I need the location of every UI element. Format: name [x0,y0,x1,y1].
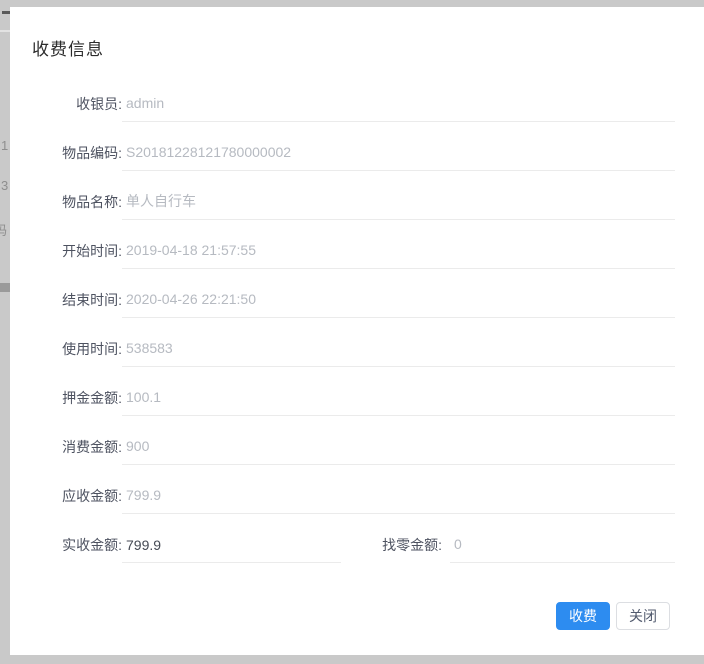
field-label: 物品名称: [30,184,122,220]
field-label: 押金金额: [30,380,122,416]
page-backdrop: 1 3 码 [0,0,10,664]
form-row: 物品编码: S20181228121780000002 [30,135,675,184]
paid-amount-input[interactable] [122,527,341,563]
field-value: 538583 [122,331,675,367]
field-label: 实收金额: [30,527,122,563]
field-label: 结束时间: [30,282,122,318]
charge-info-dialog: 收费信息 收银员: admin 物品编码: S20181228121780000… [10,7,704,655]
form-rows: 收银员: admin 物品编码: S20181228121780000002 物… [30,86,675,527]
field-value: admin [122,86,675,122]
form-row: 开始时间: 2019-04-18 21:57:55 [30,233,675,282]
field-value: 2020-04-26 22:21:50 [122,282,675,318]
field-label: 应收金额: [30,478,122,514]
field-value: 900 [122,429,675,465]
form-row: 收银员: admin [30,86,675,135]
charge-button[interactable]: 收费 [556,602,610,630]
backdrop-fragment [2,11,10,14]
dialog-title: 收费信息 [32,35,104,60]
backdrop-fragment: 码 [0,220,7,239]
change-amount-value: 0 [450,527,675,563]
form-row: 结束时间: 2020-04-26 22:21:50 [30,282,675,331]
field-label: 物品编码: [30,135,122,171]
form-row: 实收金额: 找零金额: 0 [30,527,675,576]
field-label: 开始时间: [30,233,122,269]
field-value: S20181228121780000002 [122,135,675,171]
field-value: 100.1 [122,380,675,416]
field-label: 收银员: [30,86,122,122]
field-label: 消费金额: [30,429,122,465]
backdrop-fragment [0,283,10,292]
form-row: 应收金额: 799.9 [30,478,675,527]
form-row: 消费金额: 900 [30,429,675,478]
form-row: 使用时间: 538583 [30,331,675,380]
field-value: 799.9 [122,478,675,514]
field-value: 单人自行车 [122,184,675,220]
close-button[interactable]: 关闭 [616,602,670,630]
field-value: 2019-04-18 21:57:55 [122,233,675,269]
field-label: 使用时间: [30,331,122,367]
dialog-footer: 收费 关闭 [556,602,670,630]
backdrop-fragment [0,30,10,32]
form-row: 押金金额: 100.1 [30,380,675,429]
backdrop-fragment: 3 [1,178,8,193]
backdrop-fragment: 1 [1,138,8,153]
form-row: 物品名称: 单人自行车 [30,184,675,233]
field-label: 找零金额: [341,527,450,563]
charge-info-form: 收银员: admin 物品编码: S20181228121780000002 物… [30,86,675,576]
